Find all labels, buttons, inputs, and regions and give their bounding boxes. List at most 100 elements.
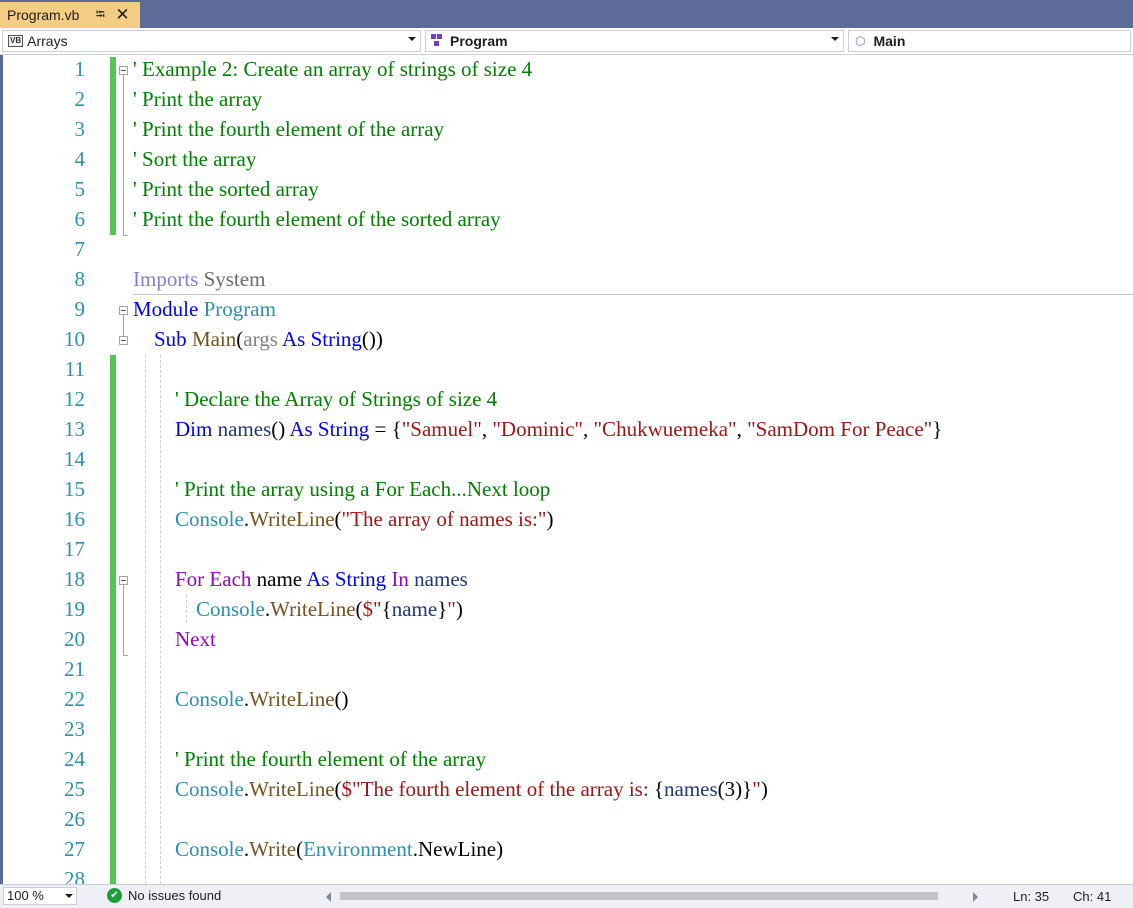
code-line[interactable]: 9 Module Program	[0, 295, 1133, 325]
code-line[interactable]: 27 Console.Write(Environment.NewLine)	[0, 835, 1133, 865]
code-token-string: "Samuel"	[401, 417, 482, 441]
code-line[interactable]: 23	[0, 715, 1133, 745]
code-line[interactable]: 13 Dim names() As String = {"Samuel", "D…	[0, 415, 1133, 445]
code-line[interactable]: 11	[0, 355, 1133, 385]
project-dropdown[interactable]: VB Arrays	[2, 30, 421, 52]
line-number: 7	[74, 237, 86, 261]
code-token-import: Imports	[133, 267, 199, 291]
code-token-comment: ' Print the fourth element of the array	[133, 117, 445, 141]
line-number: 2	[74, 87, 86, 111]
code-line[interactable]: 3 ' Print the fourth element of the array	[0, 115, 1133, 145]
code-text: ' Sort the array	[133, 147, 256, 172]
code-line[interactable]: 21	[0, 655, 1133, 685]
code-text: ' Example 2: Create an array of strings …	[133, 57, 532, 82]
code-token-string: $"	[362, 597, 382, 621]
code-token-type: Console	[133, 507, 244, 531]
code-token-plain: ())	[361, 327, 383, 351]
code-editor[interactable]: 1 ' Example 2: Create an array of strings…	[0, 55, 1133, 884]
code-line[interactable]: 4 ' Sort the array	[0, 145, 1133, 175]
code-line[interactable]: 6 ' Print the fourth element of the sorte…	[0, 205, 1133, 235]
chevron-down-icon[interactable]	[408, 37, 416, 41]
code-token-comment: ' Declare the Array of Strings of size 4	[133, 387, 498, 411]
horizontal-scrollbar[interactable]	[323, 887, 988, 905]
code-line[interactable]: 18 For Each name As String In names	[0, 565, 1133, 595]
code-token-param: args	[243, 327, 278, 351]
code-token-plain: )	[546, 507, 554, 531]
line-number: 23	[64, 717, 85, 741]
line-number: 28	[64, 867, 85, 884]
char-number-readout: Ch: 41	[1073, 889, 1112, 904]
type-dropdown[interactable]: Program	[425, 30, 844, 52]
code-text: ' Print the sorted array	[133, 177, 319, 202]
zoom-dropdown[interactable]: 100 %	[3, 887, 77, 905]
code-token-ns: System	[198, 267, 266, 291]
code-line[interactable]: 15 ' Print the array using a For Each...…	[0, 475, 1133, 505]
close-icon[interactable]: ✕	[115, 5, 129, 25]
code-text: ' Print the array using a For Each...Nex…	[133, 477, 550, 502]
code-token-string: "SamDom For Peace"	[747, 417, 933, 441]
code-token-plain: (3)}	[717, 777, 753, 801]
member-dropdown[interactable]: ⬡ Main	[848, 30, 1131, 52]
editor-status-bar: 100 % ✔ No issues found Ln: 35 Ch: 41	[0, 884, 1133, 908]
scroll-left-icon[interactable]	[326, 892, 331, 902]
issues-indicator[interactable]: ✔ No issues found	[107, 888, 221, 903]
code-token-comment: ' Sort the array	[133, 147, 257, 171]
vb-project-icon: VB	[8, 35, 24, 47]
code-line[interactable]: 16 Console.WriteLine("The array of names…	[0, 505, 1133, 535]
code-line[interactable]: 25 Console.WriteLine($"The fourth elemen…	[0, 775, 1133, 805]
code-token-plain: )	[496, 837, 504, 861]
code-token-plain: ,	[582, 417, 594, 441]
code-line[interactable]: 19 Console.WriteLine($"{name}")	[0, 595, 1133, 625]
tab-program-vb[interactable]: Program.vb ⭾ ✕	[0, 2, 140, 28]
scrollbar-thumb[interactable]	[340, 892, 938, 900]
line-number: 9	[74, 297, 86, 321]
scroll-right-icon[interactable]	[973, 892, 978, 902]
code-token-method: WriteLine	[249, 507, 335, 531]
code-token-plain: = {	[369, 417, 402, 441]
code-token-type: Console	[133, 687, 244, 711]
code-line[interactable]: 10 Sub Main(args As String())	[0, 325, 1133, 355]
code-token-plain: ,	[736, 417, 748, 441]
code-line[interactable]: 1 ' Example 2: Create an array of strings…	[0, 55, 1133, 85]
pin-icon[interactable]: ⭾	[93, 5, 107, 26]
code-line[interactable]: 12 ' Declare the Array of Strings of siz…	[0, 385, 1133, 415]
code-token-comment: ' Print the fourth element of the array	[133, 747, 487, 771]
code-token-comment: ' Print the array using a For Each...Nex…	[133, 477, 551, 501]
line-number: 20	[64, 627, 85, 651]
code-token-plain: (	[355, 597, 363, 621]
code-line[interactable]: 28	[0, 865, 1133, 884]
code-line[interactable]: 17	[0, 535, 1133, 565]
code-line[interactable]: 26	[0, 805, 1133, 835]
code-line[interactable]: 7	[0, 235, 1133, 265]
code-line[interactable]: 2 ' Print the array	[0, 85, 1133, 115]
code-line[interactable]: 20 Next	[0, 625, 1133, 655]
code-line[interactable]: 8 Imports System	[0, 265, 1133, 295]
code-text: ' Declare the Array of Strings of size 4	[133, 387, 497, 412]
code-line[interactable]: 24 ' Print the fourth element of the arr…	[0, 745, 1133, 775]
line-number: 6	[74, 207, 86, 231]
code-line[interactable]: 22 Console.WriteLine()	[0, 685, 1133, 715]
line-number: 26	[64, 807, 85, 831]
code-token-type: Console	[133, 777, 244, 801]
code-token-plain: (	[334, 777, 342, 801]
code-line[interactable]: 14	[0, 445, 1133, 475]
code-token-plain: (	[296, 837, 304, 861]
code-token-ident: name	[391, 597, 438, 621]
code-token-comment: ' Print the fourth element of the sorted…	[133, 207, 501, 231]
code-line[interactable]: 5 ' Print the sorted array	[0, 175, 1133, 205]
line-number: 3	[74, 117, 86, 141]
code-text: Console.WriteLine()	[133, 687, 349, 712]
code-token-plain: name	[251, 567, 307, 591]
code-token-method: WriteLine	[249, 687, 335, 711]
line-number: 17	[64, 537, 85, 561]
code-token-comment: ' Example 2: Create an array of strings …	[133, 57, 533, 81]
chevron-down-icon[interactable]	[831, 37, 839, 41]
code-token-string: "The array of names is:"	[341, 507, 547, 531]
member-dropdown-label: Main	[873, 33, 906, 49]
chevron-down-icon[interactable]	[65, 894, 73, 898]
scrollbar-track[interactable]	[340, 890, 952, 902]
code-token-plain: )	[760, 777, 768, 801]
code-token-method: Write	[249, 837, 297, 861]
code-token-keyword: Dim	[133, 417, 213, 441]
code-token-comment: ' Print the array	[133, 87, 263, 111]
